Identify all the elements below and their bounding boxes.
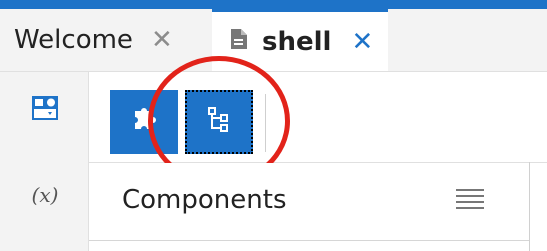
file-icon	[230, 27, 248, 57]
tab-welcome[interactable]: Welcome ✕	[14, 9, 209, 71]
left-rail: (x)	[0, 72, 89, 251]
tab-bar: Welcome ✕ shell ✕	[0, 9, 547, 72]
hamburger-menu-icon[interactable]	[456, 189, 484, 211]
components-palette-icon[interactable]	[27, 90, 63, 126]
panel-title: Components	[122, 185, 287, 215]
close-icon[interactable]: ✕	[351, 27, 373, 57]
tab-label: Welcome	[14, 25, 133, 55]
top-accent-bar	[0, 0, 547, 9]
close-icon[interactable]: ✕	[151, 25, 173, 55]
variables-icon[interactable]: (x)	[27, 177, 63, 213]
horizontal-divider	[89, 240, 529, 241]
tab-label: shell	[262, 26, 332, 57]
components-panel-header: Components	[89, 163, 529, 243]
vertical-divider	[529, 162, 530, 251]
